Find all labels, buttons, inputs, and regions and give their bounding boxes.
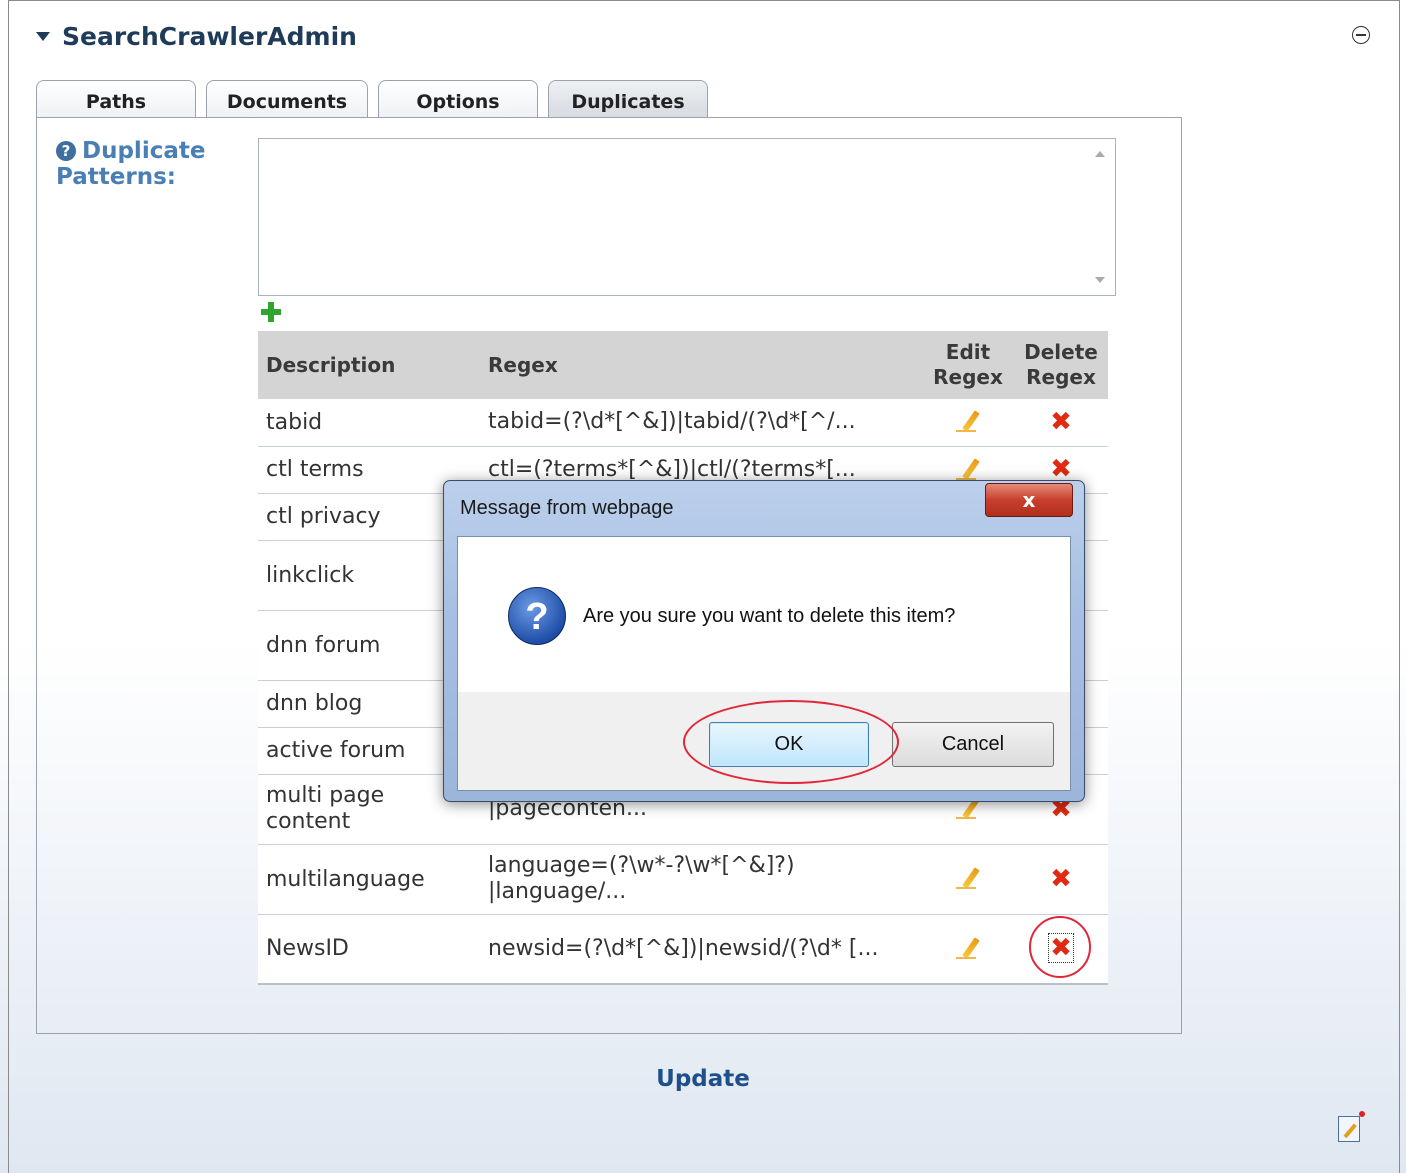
delete-x-icon[interactable]: ✖ — [1050, 456, 1072, 482]
tab-paths[interactable]: Paths — [36, 80, 196, 118]
help-icon[interactable]: ? — [56, 141, 76, 161]
table-header-row: Description Regex Edit Regex Delete Rege… — [258, 331, 1108, 399]
delete-x-icon[interactable]: ✖ — [1050, 409, 1072, 435]
question-icon: ? — [508, 587, 566, 645]
dialog-close-button[interactable]: x — [985, 483, 1073, 517]
tab-options[interactable]: Options — [378, 80, 538, 118]
duplicate-patterns-text: Duplicate Patterns: — [56, 138, 206, 190]
edit-pencil-icon[interactable] — [956, 864, 980, 889]
collapse-icon[interactable] — [1352, 26, 1370, 44]
cancel-button[interactable]: Cancel — [892, 722, 1054, 767]
confirm-dialog: Message from webpage x ? Are you sure yo… — [443, 480, 1085, 802]
row-description: tabid — [258, 399, 480, 447]
scroll-down-arrow-icon[interactable] — [1095, 277, 1105, 283]
column-header-edit-regex: Edit Regex — [922, 331, 1014, 399]
duplicate-patterns-textarea[interactable] — [258, 138, 1116, 296]
module-header: SearchCrawlerAdmin — [36, 22, 357, 51]
row-regex: tabid=(?\d*[^&])|tabid/(?\d*[^/... — [480, 399, 922, 447]
edit-pencil-icon[interactable] — [956, 407, 980, 433]
scroll-up-arrow-icon[interactable] — [1095, 151, 1105, 157]
dialog-message: Are you sure you want to delete this ite… — [583, 605, 956, 627]
table-row: multilanguage language=(?\w*-?\w*[^&]?) … — [258, 844, 1108, 915]
column-header-delete-regex: Delete Regex — [1014, 331, 1108, 399]
edit-pencil-icon[interactable] — [956, 455, 980, 480]
edit-pencil-icon[interactable] — [956, 934, 980, 959]
delete-x-icon-selected[interactable]: ✖ — [1048, 933, 1074, 964]
dialog-title: Message from webpage — [460, 497, 674, 519]
tab-documents[interactable]: Documents — [206, 80, 368, 118]
row-description: multilanguage — [258, 844, 480, 915]
column-header-description: Description — [258, 331, 480, 399]
update-link[interactable]: Update — [0, 1066, 1406, 1092]
tab-duplicates[interactable]: Duplicates — [548, 80, 708, 118]
table-row: NewsID newsid=(?\d*[^&])|newsid/(?\d* [.… — [258, 914, 1108, 985]
expand-triangle-icon[interactable] — [36, 32, 50, 41]
row-regex: newsid=(?\d*[^&])|newsid/(?\d* [... — [480, 914, 922, 985]
duplicate-patterns-label: ? Duplicate Patterns: — [56, 138, 236, 190]
delete-x-icon[interactable]: ✖ — [1050, 866, 1072, 892]
column-header-regex: Regex — [480, 331, 922, 399]
add-pattern-icon[interactable] — [261, 302, 281, 322]
dialog-body: ? Are you sure you want to delete this i… — [457, 536, 1071, 791]
row-description: NewsID — [258, 914, 480, 985]
edit-page-icon[interactable] — [1338, 1111, 1365, 1142]
ok-button[interactable]: OK — [709, 722, 869, 767]
table-row: tabid tabid=(?\d*[^&])|tabid/(?\d*[^/...… — [258, 399, 1108, 447]
row-regex: language=(?\w*-?\w*[^&]?) |language/... — [480, 844, 922, 915]
module-title: SearchCrawlerAdmin — [62, 22, 357, 51]
